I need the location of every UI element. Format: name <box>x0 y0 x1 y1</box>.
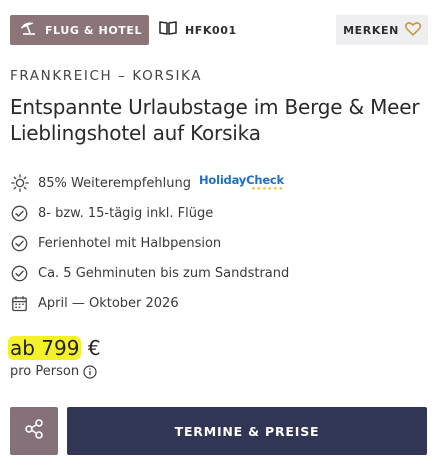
feature-text: Ferienhotel mit Halbpension <box>38 235 222 251</box>
price-amount: ab 799 <box>8 336 82 360</box>
offer-title-line-2: Lieblingshotel auf Korsika <box>10 121 261 145</box>
dates-prices-label: TERMINE & PREISE <box>174 423 320 439</box>
top-row: FLUG & HOTEL HFK001 MERKEN <box>10 15 428 45</box>
region-label: FRANKREICH – KORSIKA <box>10 68 203 84</box>
feature-text: 8- bzw. 15-tägig inkl. Flüge <box>38 205 214 221</box>
heart-outline-icon <box>404 21 421 40</box>
feature-item-beach: Ca. 5 Gehminuten bis zum Sandstrand <box>10 258 430 288</box>
check-circle-icon <box>10 264 29 283</box>
offer-title[interactable]: Entspannte Urlaubstage im Berge & Meer L… <box>10 94 435 146</box>
merken-button[interactable]: MERKEN <box>336 15 428 45</box>
sun-icon <box>10 174 29 193</box>
feature-item-board: Ferienhotel mit Halbpension <box>10 228 430 258</box>
feature-item-recommendation: 85% Weiterempfehlung HolidayCheck ★★★★★★ <box>10 168 430 198</box>
per-person-row: pro Person <box>10 364 97 379</box>
category-badge-label: FLUG & HOTEL <box>45 23 143 37</box>
info-icon[interactable] <box>83 364 97 379</box>
share-icon <box>23 418 45 444</box>
merken-label: MERKEN <box>343 23 399 37</box>
feature-text: 85% Weiterempfehlung <box>38 175 191 191</box>
calendar-icon <box>10 294 29 313</box>
price: ab 799 € <box>8 336 101 360</box>
holidaycheck-name: HolidayCheck <box>198 173 284 187</box>
dates-prices-button[interactable]: TERMINE & PREISE <box>67 407 427 455</box>
feature-list: 85% Weiterempfehlung HolidayCheck ★★★★★★… <box>10 168 430 318</box>
offer-code: HFK001 <box>158 15 237 45</box>
beach-umbrella-icon <box>19 20 37 40</box>
offer-code-label: HFK001 <box>185 23 237 37</box>
price-currency: € <box>87 336 101 360</box>
feature-item-dates: April — Oktober 2026 <box>10 288 430 318</box>
holidaycheck-logo[interactable]: HolidayCheck ★★★★★★ <box>199 174 284 192</box>
book-icon <box>158 20 178 40</box>
per-person-label: pro Person <box>10 364 80 379</box>
category-badge: FLUG & HOTEL <box>10 15 149 45</box>
share-button[interactable] <box>10 407 58 455</box>
feature-item-duration: 8- bzw. 15-tägig inkl. Flüge <box>10 198 430 228</box>
feature-text: Ca. 5 Gehminuten bis zum Sandstrand <box>38 265 290 281</box>
feature-text: April — Oktober 2026 <box>38 295 179 311</box>
check-circle-icon <box>10 204 29 223</box>
offer-title-line-1: Entspannte Urlaubstage im Berge & Meer <box>10 95 420 119</box>
check-circle-icon <box>10 234 29 253</box>
holidaycheck-stars-icon: ★★★★★★ <box>251 186 284 192</box>
